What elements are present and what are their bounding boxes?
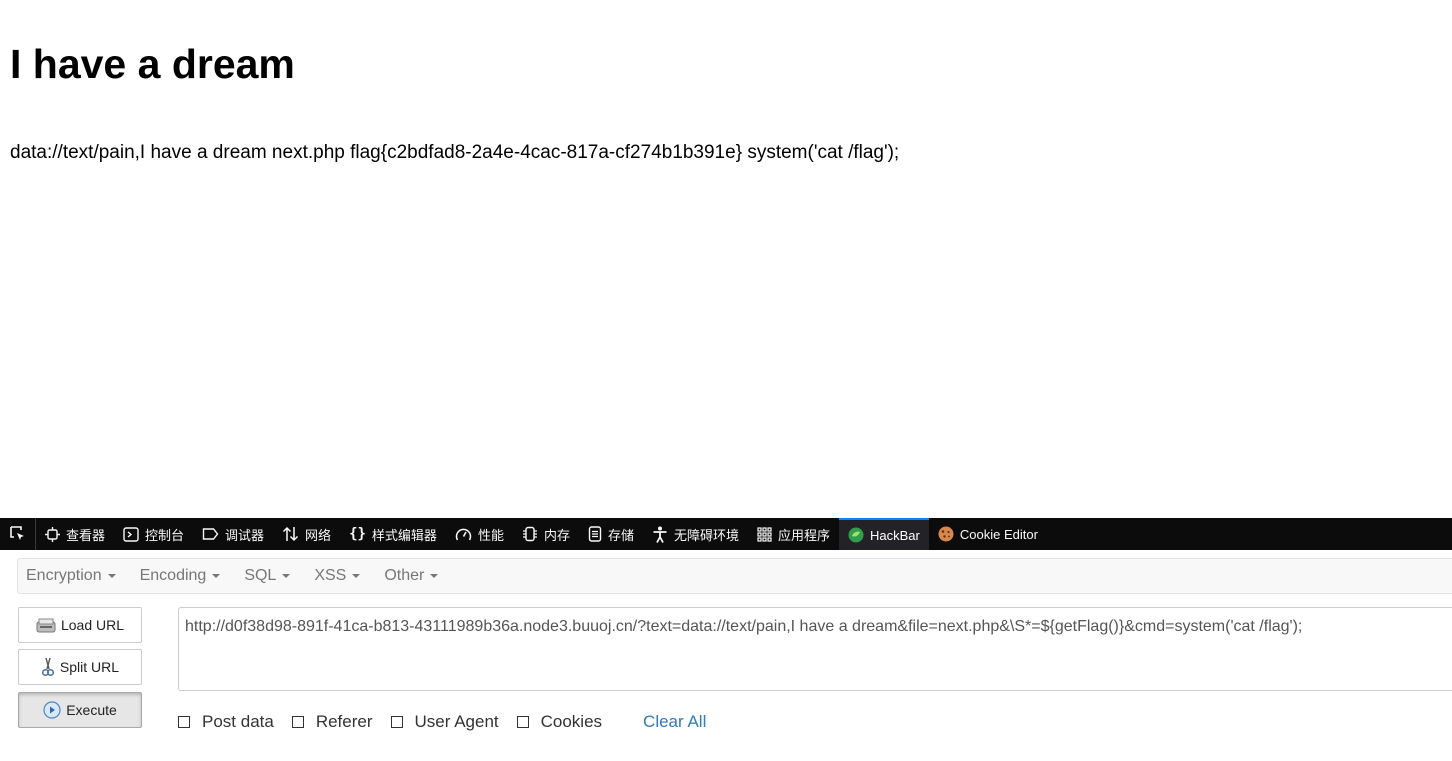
menu-label: Other bbox=[384, 567, 425, 584]
tab-label: HackBar bbox=[870, 527, 920, 543]
performance-icon bbox=[455, 528, 472, 540]
option-user-agent[interactable]: User Agent bbox=[390, 712, 499, 732]
console-icon bbox=[123, 526, 139, 542]
hackbar-menu: Encryption Encoding SQL XSS Other bbox=[17, 558, 1452, 594]
style-editor-icon: {} bbox=[349, 526, 366, 542]
cookies-checkbox[interactable] bbox=[516, 716, 529, 728]
accessibility-icon bbox=[653, 526, 667, 543]
play-icon bbox=[43, 701, 61, 719]
hackbar-icon bbox=[848, 527, 864, 543]
tab-performance[interactable]: 性能 bbox=[446, 518, 513, 550]
application-icon bbox=[757, 526, 772, 542]
menu-label: SQL bbox=[244, 567, 277, 584]
scissors-icon bbox=[41, 657, 54, 677]
tab-label: 网络 bbox=[305, 527, 332, 543]
tab-label: 调试器 bbox=[225, 527, 265, 543]
clear-all-link[interactable]: Clear All bbox=[643, 712, 706, 732]
debugger-icon bbox=[202, 528, 219, 540]
split-url-button[interactable]: Split URL bbox=[18, 649, 142, 685]
tab-inspector[interactable]: 查看器 bbox=[36, 518, 114, 550]
tab-network[interactable]: 网络 bbox=[273, 518, 340, 550]
menu-xss[interactable]: XSS bbox=[306, 567, 368, 585]
tab-application[interactable]: 应用程序 bbox=[748, 518, 839, 550]
tab-cookie-editor[interactable]: Cookie Editor bbox=[929, 518, 1047, 550]
tab-accessibility[interactable]: 无障碍环境 bbox=[643, 518, 748, 550]
hackbar-panel: Encryption Encoding SQL XSS Other Load U… bbox=[0, 550, 1452, 761]
tab-debugger[interactable]: 调试器 bbox=[193, 518, 273, 550]
load-url-label: Load URL bbox=[60, 617, 125, 633]
execute-button[interactable]: Execute bbox=[18, 692, 142, 728]
caret-down-icon bbox=[430, 574, 439, 578]
option-label: Referer bbox=[315, 712, 373, 731]
menu-encoding[interactable]: Encoding bbox=[132, 567, 229, 585]
tab-style-editor[interactable]: {} 样式编辑器 bbox=[340, 518, 446, 550]
post-data-checkbox[interactable] bbox=[178, 716, 190, 728]
menu-other[interactable]: Other bbox=[376, 567, 446, 585]
memory-icon bbox=[522, 526, 537, 542]
caret-down-icon bbox=[352, 574, 361, 578]
caret-down-icon bbox=[212, 574, 221, 578]
load-url-button[interactable]: Load URL bbox=[18, 607, 142, 643]
option-label: Cookies bbox=[540, 712, 603, 731]
caret-down-icon bbox=[107, 574, 116, 578]
tab-label: Cookie Editor bbox=[959, 526, 1038, 542]
split-url-label: Split URL bbox=[59, 659, 120, 675]
element-picker-icon bbox=[9, 526, 24, 540]
page-heading: I have a dream bbox=[10, 41, 295, 87]
tab-label: 存储 bbox=[607, 527, 634, 543]
tab-hackbar[interactable]: HackBar bbox=[839, 518, 929, 550]
menu-label: Encryption bbox=[26, 567, 102, 584]
user-agent-checkbox[interactable] bbox=[390, 716, 403, 728]
option-post-data[interactable]: Post data bbox=[178, 712, 274, 732]
caret-down-icon bbox=[282, 574, 291, 578]
element-picker-button[interactable] bbox=[0, 518, 36, 550]
network-icon bbox=[283, 526, 299, 542]
tab-console[interactable]: 控制台 bbox=[114, 518, 193, 550]
menu-encryption[interactable]: Encryption bbox=[18, 567, 124, 585]
menu-sql[interactable]: SQL bbox=[236, 567, 298, 585]
tab-memory[interactable]: 内存 bbox=[513, 518, 579, 550]
url-input[interactable]: http://d0f38d98-891f-41ca-b813-43111989b… bbox=[178, 607, 1452, 691]
storage-icon bbox=[588, 526, 602, 542]
tab-label: 样式编辑器 bbox=[371, 527, 437, 543]
hackbar-options: Post data Referer User Agent Cookies Cle… bbox=[178, 712, 706, 732]
page-content: I have a dream data://text/pain,I have a… bbox=[0, 0, 1452, 518]
menu-label: XSS bbox=[314, 567, 347, 584]
tab-label: 应用程序 bbox=[778, 527, 831, 543]
menu-label: Encoding bbox=[139, 567, 207, 584]
inspector-icon bbox=[45, 526, 60, 542]
load-url-icon bbox=[36, 618, 56, 633]
tab-storage[interactable]: 存储 bbox=[579, 518, 643, 550]
tab-label: 性能 bbox=[477, 527, 504, 543]
tab-label: 查看器 bbox=[66, 527, 106, 543]
cookie-icon bbox=[938, 526, 954, 542]
execute-label: Execute bbox=[66, 702, 117, 718]
tab-label: 无障碍环境 bbox=[673, 527, 739, 543]
devtools-toolbar: 查看器 控制台 调试器 网络 {} 样式编辑器 性能 内存 存储 无障碍环境 应… bbox=[0, 518, 1452, 550]
page-body-text: data://text/pain,I have a dream next.php… bbox=[10, 142, 900, 163]
option-label: Post data bbox=[202, 712, 274, 731]
option-label: User Agent bbox=[414, 712, 499, 731]
tab-label: 控制台 bbox=[145, 527, 185, 543]
option-referer[interactable]: Referer bbox=[291, 712, 373, 732]
option-cookies[interactable]: Cookies bbox=[516, 712, 603, 732]
referer-checkbox[interactable] bbox=[291, 716, 304, 728]
tab-label: 内存 bbox=[543, 527, 570, 543]
